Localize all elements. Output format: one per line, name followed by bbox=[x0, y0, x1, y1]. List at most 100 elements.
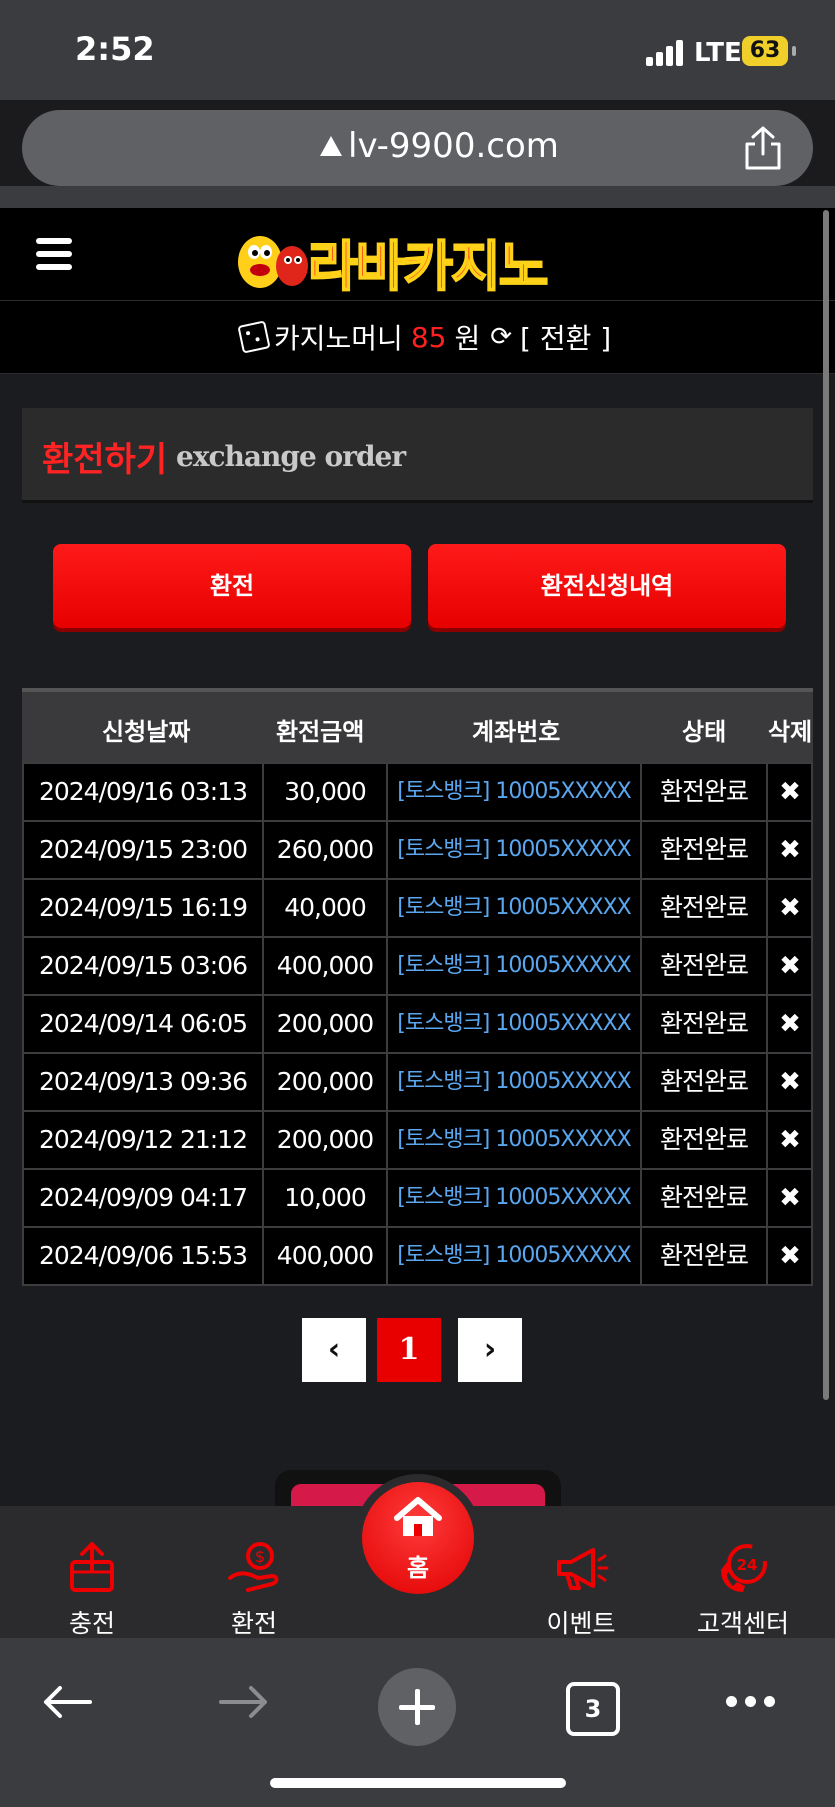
row-date: 2024/09/16 03:13 bbox=[24, 764, 264, 820]
more-dots-icon[interactable] bbox=[726, 1696, 776, 1708]
row-amount: 10,000 bbox=[264, 1170, 388, 1226]
section-header: 환전하기 exchange order bbox=[22, 408, 813, 503]
home-label: 홈 bbox=[406, 1554, 430, 1582]
row-account[interactable]: [토스뱅크] 10005XXXXX bbox=[388, 1054, 642, 1110]
row-account[interactable]: [토스뱅크] 10005XXXXX bbox=[388, 1170, 642, 1226]
row-status: 환전완료 bbox=[642, 1112, 768, 1168]
nav-label-event: 이벤트 bbox=[546, 1609, 616, 1638]
nav-item-support[interactable]: 24 고객센터 bbox=[673, 1540, 813, 1640]
hamburger-icon[interactable] bbox=[36, 238, 72, 270]
home-indicator bbox=[270, 1778, 566, 1788]
convert-link[interactable]: [ 전환 ] bbox=[520, 317, 611, 357]
svg-text:24: 24 bbox=[737, 1556, 758, 1574]
row-status: 환전완료 bbox=[642, 880, 768, 936]
row-status: 환전완료 bbox=[642, 938, 768, 994]
nav-label-deposit: 충전 bbox=[68, 1609, 115, 1638]
table-row: 2024/09/12 21:12 200,000 [토스뱅크] 10005XXXXX… bbox=[22, 1112, 813, 1170]
nav-item-event[interactable]: 이벤트 bbox=[511, 1540, 651, 1640]
row-account[interactable]: [토스뱅크] 10005XXXXX bbox=[388, 1112, 642, 1168]
svg-text:$: $ bbox=[255, 1547, 265, 1566]
row-delete-icon[interactable]: ✖ bbox=[768, 996, 811, 1052]
home-button[interactable]: 홈 bbox=[354, 1474, 482, 1602]
site-logo[interactable]: 라바카지노 bbox=[230, 220, 610, 299]
status-time: 2:52 bbox=[75, 30, 155, 68]
network-label: LTE bbox=[694, 38, 742, 68]
row-delete-icon[interactable]: ✖ bbox=[768, 822, 811, 878]
row-date: 2024/09/14 06:05 bbox=[24, 996, 264, 1052]
row-status: 환전완료 bbox=[642, 1170, 768, 1226]
row-account[interactable]: [토스뱅크] 10005XXXXX bbox=[388, 764, 642, 820]
table-row: 2024/09/15 23:00 260,000 [토스뱅크] 10005XXXXX… bbox=[22, 822, 813, 880]
row-amount: 200,000 bbox=[264, 1054, 388, 1110]
money-unit: 원 bbox=[454, 322, 481, 355]
row-status: 환전완료 bbox=[642, 1054, 768, 1110]
signal-icon bbox=[646, 40, 684, 66]
nav-item-deposit[interactable]: 충전 bbox=[22, 1540, 162, 1640]
header-amount: 환전금액 bbox=[276, 718, 365, 746]
table-row: 2024/09/16 03:13 30,000 [토스뱅크] 10005XXXXX 환… bbox=[22, 762, 813, 822]
row-delete-icon[interactable]: ✖ bbox=[768, 1170, 811, 1226]
header-delete: 삭제 bbox=[768, 718, 813, 746]
battery-icon: 63 bbox=[742, 36, 788, 66]
exchange-table-body: 2024/09/16 03:13 30,000 [토스뱅크] 10005XXXXX 환… bbox=[22, 762, 813, 1286]
table-row: 2024/09/15 16:19 40,000 [토스뱅크] 10005XXXXX 환… bbox=[22, 880, 813, 938]
header-date: 신청날짜 bbox=[102, 718, 191, 746]
row-status: 환전완료 bbox=[642, 1228, 768, 1284]
main-content: 환전하기 exchange order 환전 환전신청내역 신청날짜 환전금액 … bbox=[0, 374, 835, 1506]
new-tab-plus-icon[interactable] bbox=[378, 1668, 456, 1746]
pagination-prev-button[interactable]: ‹ bbox=[302, 1318, 366, 1382]
warning-icon bbox=[320, 136, 342, 156]
row-delete-icon[interactable]: ✖ bbox=[768, 1228, 811, 1284]
row-account[interactable]: [토스뱅크] 10005XXXXX bbox=[388, 996, 642, 1052]
row-date: 2024/09/15 23:00 bbox=[24, 822, 264, 878]
row-account[interactable]: [토스뱅크] 10005XXXXX bbox=[388, 938, 642, 994]
header-account: 계좌번호 bbox=[472, 718, 561, 746]
status-bar: 2:52 LTE 63 lv-9900.com bbox=[0, 0, 835, 186]
exchange-history-button[interactable]: 환전신청내역 bbox=[428, 544, 786, 628]
page-subtitle: exchange order bbox=[176, 440, 406, 473]
row-date: 2024/09/12 21:12 bbox=[24, 1112, 264, 1168]
back-arrow-icon[interactable] bbox=[40, 1682, 96, 1722]
row-delete-icon[interactable]: ✖ bbox=[768, 764, 811, 820]
forward-arrow-icon[interactable] bbox=[215, 1682, 271, 1722]
larva-mascot-icon bbox=[238, 236, 308, 288]
scrollbar[interactable] bbox=[823, 210, 829, 1400]
row-delete-icon[interactable]: ✖ bbox=[768, 1054, 811, 1110]
row-account[interactable]: [토스뱅크] 10005XXXXX bbox=[388, 880, 642, 936]
row-status: 환전완료 bbox=[642, 822, 768, 878]
row-amount: 400,000 bbox=[264, 1228, 388, 1284]
table-row: 2024/09/06 15:53 400,000 [토스뱅크] 10005XXXXX… bbox=[22, 1228, 813, 1286]
row-delete-icon[interactable]: ✖ bbox=[768, 938, 811, 994]
row-date: 2024/09/09 04:17 bbox=[24, 1170, 264, 1226]
row-account[interactable]: [토스뱅크] 10005XXXXX bbox=[388, 1228, 642, 1284]
row-delete-icon[interactable]: ✖ bbox=[768, 880, 811, 936]
exchange-button[interactable]: 환전 bbox=[53, 544, 411, 628]
site-header: 라바카지노 bbox=[0, 208, 835, 301]
url-bar[interactable]: lv-9900.com bbox=[22, 110, 813, 186]
table-row: 2024/09/14 06:05 200,000 [토스뱅크] 10005XXXXX… bbox=[22, 996, 813, 1054]
row-account[interactable]: [토스뱅크] 10005XXXXX bbox=[388, 822, 642, 878]
tabs-button[interactable]: 3 bbox=[566, 1682, 620, 1736]
nav-item-exchange[interactable]: $ 환전 bbox=[184, 1540, 324, 1640]
deposit-icon bbox=[70, 1542, 114, 1592]
exchange-icon: $ bbox=[228, 1542, 279, 1592]
share-icon[interactable] bbox=[741, 124, 785, 172]
pagination-page-1[interactable]: 1 bbox=[377, 1318, 441, 1382]
url-text: lv-9900.com bbox=[348, 126, 559, 166]
row-delete-icon[interactable]: ✖ bbox=[768, 1112, 811, 1168]
refresh-icon[interactable]: ⟳ bbox=[490, 322, 512, 352]
row-amount: 200,000 bbox=[264, 1112, 388, 1168]
table-row: 2024/09/13 09:36 200,000 [토스뱅크] 10005XXXXX… bbox=[22, 1054, 813, 1112]
row-amount: 400,000 bbox=[264, 938, 388, 994]
pagination-next-button[interactable]: › bbox=[458, 1318, 522, 1382]
megaphone-icon bbox=[557, 1548, 609, 1590]
row-status: 환전완료 bbox=[642, 996, 768, 1052]
row-date: 2024/09/06 15:53 bbox=[24, 1228, 264, 1284]
nav-label-exchange: 환전 bbox=[230, 1609, 277, 1638]
support-24-icon: 24 bbox=[721, 1544, 767, 1592]
money-label: 카지노머니 bbox=[274, 322, 403, 355]
browser-chrome bbox=[0, 186, 835, 208]
row-amount: 30,000 bbox=[264, 764, 388, 820]
row-amount: 200,000 bbox=[264, 996, 388, 1052]
home-button-circle: 홈 bbox=[362, 1482, 474, 1594]
